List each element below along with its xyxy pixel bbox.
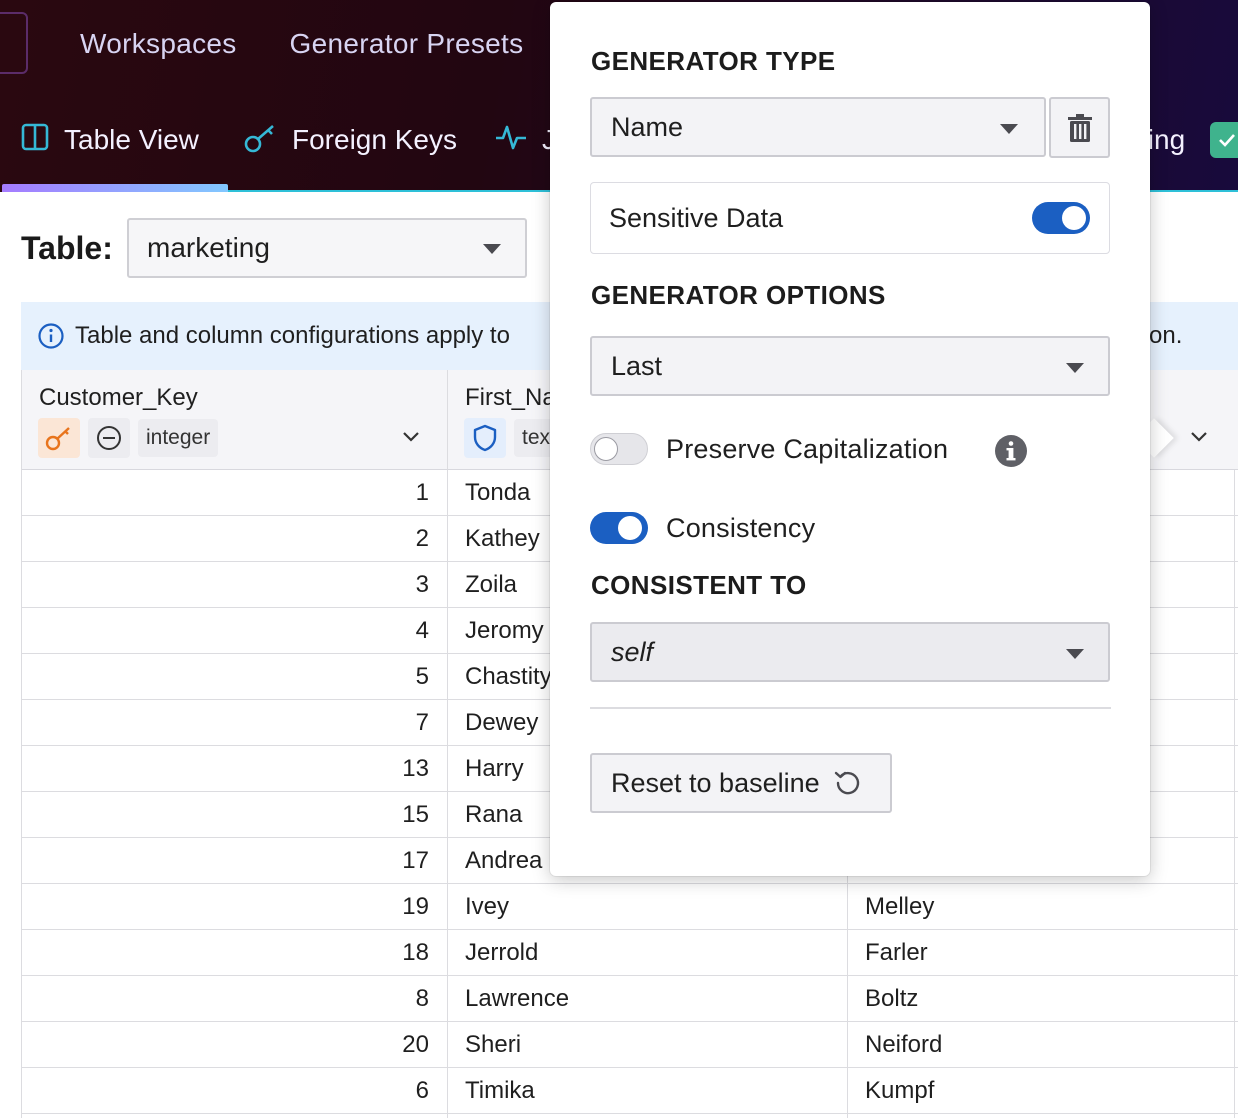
cell-first-name[interactable]: Sheri [448,1022,848,1068]
table-select-value: marketing [147,232,270,263]
cell-customer-key[interactable]: 1 [22,470,448,516]
consistency-toggle[interactable] [590,512,648,544]
top-nav: Workspaces Generator Presets [80,24,523,64]
cell-customer-key[interactable]: 2 [22,516,448,562]
cell-first-name[interactable]: Timika [448,1068,848,1114]
table-row[interactable]: 6 Timika Kumpf [22,1068,1238,1114]
table-row[interactable]: 8 Lawrence Boltz [22,976,1238,1022]
columns-icon [20,122,50,159]
minus-circle-icon[interactable] [88,418,130,458]
generator-type-title: GENERATOR TYPE [591,46,836,76]
table-row[interactable]: 19 Ivey Melley [22,884,1238,930]
tab-label: Foreign Keys [292,124,457,155]
cell-last-name[interactable]: Neiford [848,1022,1235,1068]
trash-icon [1067,113,1092,142]
info-icon[interactable] [994,434,1028,468]
cell-customer-key[interactable]: 15 [22,792,448,838]
chevron-down-icon[interactable] [400,426,422,448]
shield-icon[interactable] [464,418,506,458]
generator-type-select[interactable]: Name [590,97,1046,157]
cell-customer-key[interactable]: 19 [22,884,448,930]
cell-first-name[interactable]: Ivey [448,884,848,930]
reset-label: Reset to baseline [611,767,820,798]
active-tab-indicator [2,184,228,192]
generator-popover: GENERATOR TYPE Name Sensitive Data GENER… [550,2,1150,876]
sensitive-data-label: Sensitive Data [609,202,784,233]
delete-generator-button[interactable] [1049,97,1110,158]
cell-last-name[interactable]: Farler [848,930,1235,976]
cell-last-name[interactable]: Kumpf [848,1068,1235,1114]
consistent-to-value: self [611,636,654,667]
nav-workspaces[interactable]: Workspaces [80,24,237,64]
tab-label: Table View [64,124,199,155]
column-header-customer-key[interactable]: Customer_Key integer [22,370,448,470]
cell-customer-key[interactable]: 17 [22,838,448,884]
consistency-label: Consistency [666,513,816,543]
cell-last-name[interactable]: Melley [848,884,1235,930]
column-name: First_Na [465,384,556,411]
status-check[interactable] [1210,122,1238,158]
generator-options-value: Last [611,350,663,381]
generator-options-title: GENERATOR OPTIONS [591,280,886,310]
caret-down-icon [1066,363,1084,373]
cell-customer-key[interactable]: 7 [22,700,448,746]
caret-down-icon [483,244,501,254]
sensitive-data-row: Sensitive Data [590,182,1110,254]
cell-customer-key[interactable]: 6 [22,1068,448,1114]
cell-first-name[interactable]: Lawrence [448,976,848,1022]
sensitive-data-toggle[interactable] [1032,202,1090,234]
key-icon [244,121,278,160]
primary-key-icon[interactable] [38,418,80,458]
table-row[interactable] [22,1114,1238,1118]
tab-third[interactable]: J [494,118,556,162]
cell-customer-key[interactable]: 13 [22,746,448,792]
cell-customer-key[interactable]: 18 [22,930,448,976]
caret-down-icon [1000,124,1018,134]
cell-first-name[interactable] [448,1114,848,1118]
column-type: integer [138,419,219,457]
chevron-down-icon[interactable] [1188,426,1210,448]
generator-options-select[interactable]: Last [590,336,1110,396]
reset-icon [834,771,859,795]
cell-customer-key[interactable]: 3 [22,562,448,608]
column-meta: text [464,418,564,458]
reset-to-baseline-button[interactable]: Reset to baseline [590,753,892,813]
table-select[interactable]: marketing [127,218,527,278]
popover-divider [590,707,1111,709]
table-row[interactable]: 20 Sheri Neiford [22,1022,1238,1068]
generator-type-value: Name [611,111,684,142]
cell-first-name[interactable]: Jerrold [448,930,848,976]
cell-last-name[interactable]: Boltz [848,976,1235,1022]
cell-last-name[interactable] [848,1114,1235,1118]
banner-text-tail: on. [1149,322,1183,349]
preserve-capitalization-toggle[interactable] [590,433,648,465]
app-logo[interactable] [0,12,28,74]
cell-customer-key[interactable]: 4 [22,608,448,654]
tab-foreign-keys[interactable]: Foreign Keys [244,118,457,162]
table-row[interactable]: 18 Jerrold Farler [22,930,1238,976]
activity-icon [494,122,528,159]
consistent-to-title: CONSISTENT TO [591,570,807,600]
banner-text: Table and column configurations apply to [75,322,510,349]
consistent-to-select[interactable]: self [590,622,1110,682]
info-icon [38,323,64,349]
column-name: Customer_Key [39,384,198,411]
cell-customer-key[interactable]: 20 [22,1022,448,1068]
column-meta: integer [38,418,219,458]
cell-customer-key[interactable] [22,1114,448,1118]
table-label: Table: [21,230,113,266]
caret-down-icon [1066,649,1084,659]
nav-generator-presets[interactable]: Generator Presets [290,24,524,64]
tab-table-view[interactable]: Table View [20,118,199,162]
cell-customer-key[interactable]: 5 [22,654,448,700]
preserve-capitalization-label: Preserve Capitalization [666,434,949,464]
cell-customer-key[interactable]: 8 [22,976,448,1022]
check-icon [1219,134,1235,147]
